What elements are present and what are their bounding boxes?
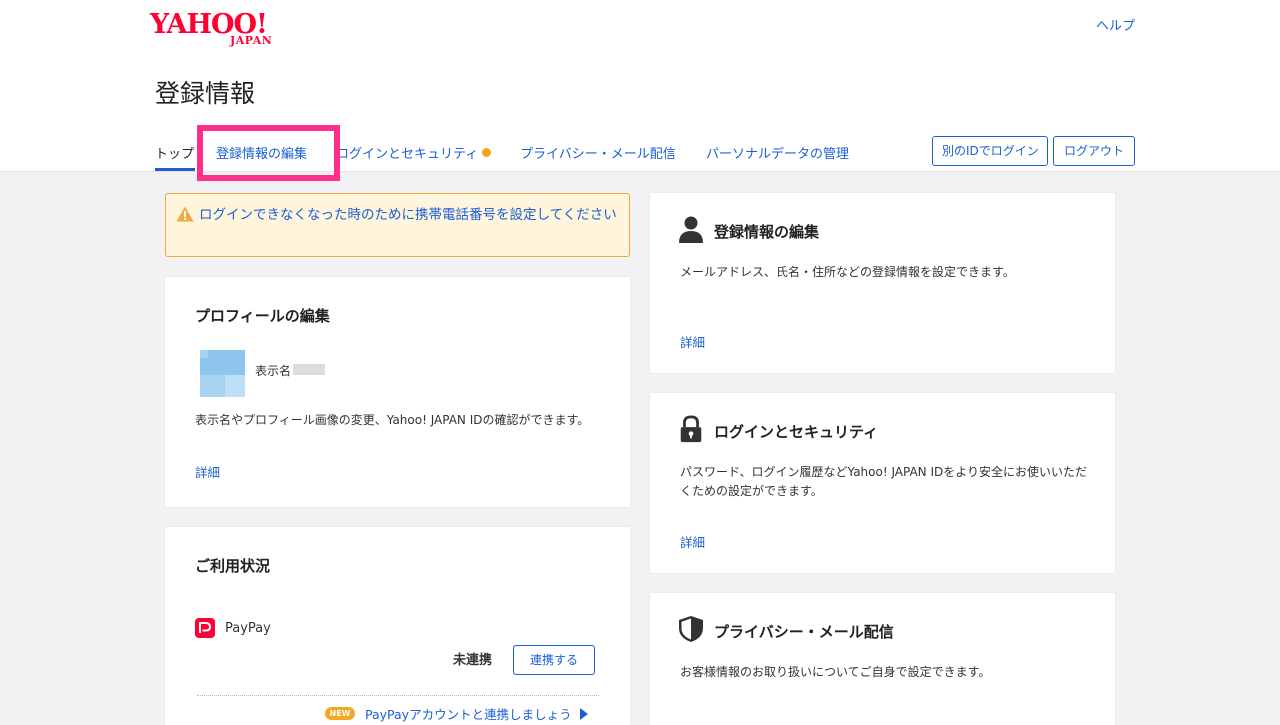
profile-description: 表示名やプロフィール画像の変更、Yahoo! JAPAN IDの確認ができます。 bbox=[195, 413, 590, 427]
logout-button[interactable]: ログアウト bbox=[1053, 136, 1135, 166]
registration-detail-link[interactable]: 詳細 bbox=[680, 332, 705, 351]
tab-login-security-label: ログインとセキュリティ bbox=[336, 147, 479, 162]
page-title: 登録情報 bbox=[155, 79, 256, 108]
notification-dot bbox=[482, 148, 492, 157]
divider bbox=[197, 695, 599, 696]
paypay-logo-icon bbox=[195, 618, 215, 638]
play-arrow-icon[interactable] bbox=[580, 708, 588, 720]
other-id-login-button[interactable]: 別のIDでログイン bbox=[932, 136, 1048, 166]
tab-top[interactable]: トップ bbox=[155, 146, 194, 164]
privacy-card-title: プライバシー・メール配信 bbox=[714, 623, 894, 641]
profile-card: プロフィールの編集 表示名 表示名やプロフィール画像の変更、Yahoo! JAP… bbox=[165, 277, 630, 507]
security-card-title: ログインとセキュリティ bbox=[714, 423, 879, 441]
tab-login-security[interactable]: ログインとセキュリティ bbox=[336, 146, 492, 164]
paypay-status: 未連携 bbox=[453, 653, 493, 668]
tab-privacy-mail[interactable]: プライバシー・メール配信 bbox=[520, 146, 676, 164]
help-link[interactable]: ヘルプ bbox=[1096, 15, 1135, 34]
tab-personal-data[interactable]: パーソナルデータの管理 bbox=[706, 146, 849, 164]
profile-detail-link[interactable]: 詳細 bbox=[195, 462, 220, 481]
usage-card: ご利用状況 PayPay 未連携 連携する NEW PayPayアカウントと連携… bbox=[165, 527, 630, 725]
logo-sub: JAPAN bbox=[230, 34, 273, 47]
privacy-card: プライバシー・メール配信 お客様情報のお取り扱いについてご自身で設定できます。 bbox=[650, 593, 1115, 725]
registration-description: メールアドレス、氏名・住所などの登録情報を設定できます。 bbox=[680, 265, 1015, 279]
warning-triangle-icon bbox=[176, 206, 194, 222]
profile-card-title: プロフィールの編集 bbox=[195, 307, 330, 325]
highlight-box bbox=[197, 125, 340, 181]
usage-card-title: ご利用状況 bbox=[195, 557, 271, 575]
paypay-promo-link[interactable]: PayPayアカウントと連携しましょう bbox=[365, 704, 572, 723]
connect-button[interactable]: 連携する bbox=[513, 645, 595, 675]
display-name-label: 表示名 bbox=[255, 364, 292, 378]
lock-icon bbox=[680, 415, 702, 443]
active-tab-indicator bbox=[155, 168, 195, 171]
alert-text[interactable]: ログインできなくなった時のために携帯電話番号を設定してください bbox=[199, 205, 619, 226]
security-description: パスワード、ログイン履歴などYahoo! JAPAN IDをより安全にお使いいた… bbox=[680, 465, 1088, 498]
security-card: ログインとセキュリティ パスワード、ログイン履歴などYahoo! JAPAN I… bbox=[650, 393, 1115, 573]
yahoo-japan-logo[interactable]: YAHOO! JAPAN bbox=[150, 10, 290, 48]
new-badge: NEW bbox=[325, 707, 355, 720]
header: YAHOO! JAPAN ヘルプ 登録情報 トップ 登録情報の編集 ログインとセ… bbox=[0, 0, 1280, 172]
registration-card-title: 登録情報の編集 bbox=[714, 223, 820, 241]
avatar[interactable] bbox=[200, 350, 245, 397]
phone-alert[interactable]: ログインできなくなった時のために携帯電話番号を設定してください bbox=[165, 193, 630, 257]
registration-card: 登録情報の編集 メールアドレス、氏名・住所などの登録情報を設定できます。 詳細 bbox=[650, 193, 1115, 373]
display-name-redacted bbox=[293, 364, 325, 375]
shield-icon bbox=[679, 616, 703, 642]
person-icon bbox=[679, 216, 703, 243]
paypay-service-name: PayPay bbox=[225, 621, 271, 636]
security-detail-link[interactable]: 詳細 bbox=[680, 532, 705, 551]
privacy-description: お客様情報のお取り扱いについてご自身で設定できます。 bbox=[680, 665, 991, 679]
